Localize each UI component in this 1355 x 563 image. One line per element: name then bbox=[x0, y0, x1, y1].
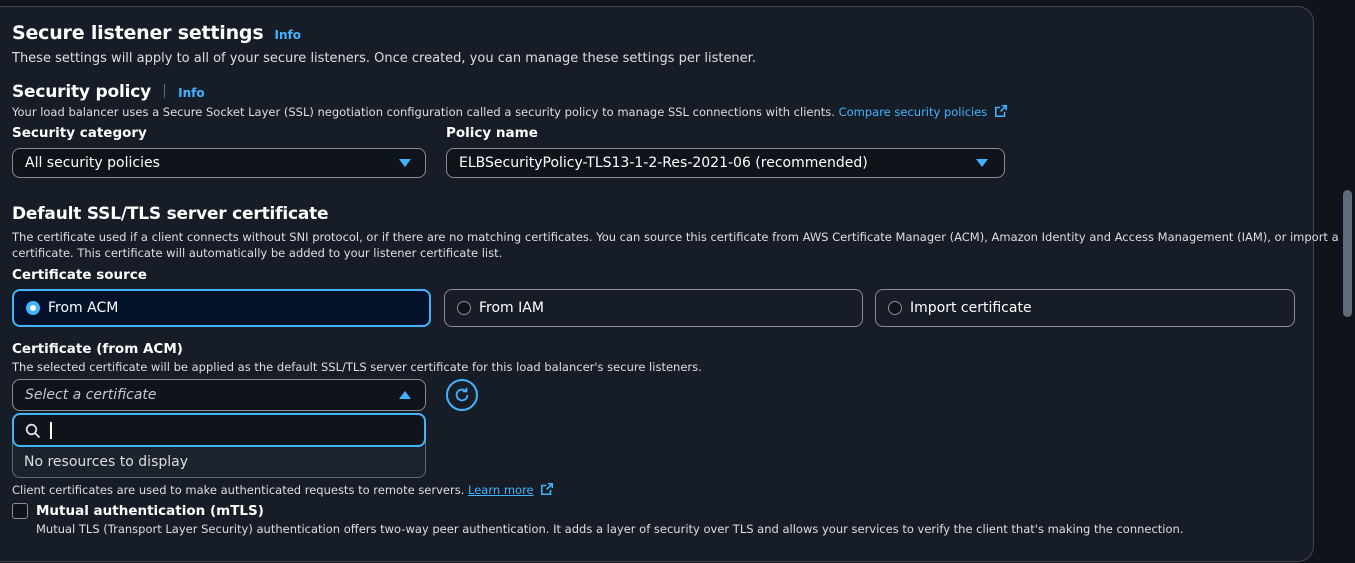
security-policy-title: Security policy bbox=[12, 82, 151, 102]
certificate-search-field[interactable] bbox=[12, 413, 426, 447]
security-category-label: Security category bbox=[12, 125, 147, 141]
secure-listener-description: These settings will apply to all of your… bbox=[12, 51, 756, 66]
search-icon bbox=[25, 423, 41, 439]
security-policy-desc-text: Your load balancer uses a Secure Socket … bbox=[12, 105, 835, 119]
secure-listener-title: Secure listener settings bbox=[12, 22, 264, 44]
policy-name-select[interactable]: ELBSecurityPolicy-TLS13-1-2-Res-2021-06 … bbox=[446, 148, 1005, 178]
mtls-checkbox[interactable] bbox=[12, 503, 28, 519]
caret-down-icon bbox=[399, 159, 411, 167]
secure-listener-info-link[interactable]: Info bbox=[275, 28, 301, 42]
security-policy-description: Your load balancer uses a Secure Socket … bbox=[12, 104, 1008, 119]
compare-security-policies-link[interactable]: Compare security policies bbox=[838, 104, 1008, 119]
source-option-from-iam[interactable]: From IAM bbox=[444, 289, 863, 327]
default-certificate-title: Default SSL/TLS server certificate bbox=[12, 204, 329, 224]
radio-selected-icon[interactable] bbox=[26, 301, 40, 315]
acm-certificate-description: The selected certificate will be applied… bbox=[12, 360, 702, 374]
scrollbar-thumb[interactable] bbox=[1343, 190, 1352, 317]
default-certificate-desc-line1: The certificate used if a client connect… bbox=[12, 230, 1339, 244]
external-link-icon bbox=[541, 482, 554, 496]
certificate-dropdown: No resources to display bbox=[12, 413, 426, 478]
radio-icon[interactable] bbox=[457, 301, 471, 315]
certificate-select-placeholder: Select a certificate bbox=[25, 387, 157, 403]
certificate-source-label: Certificate source bbox=[12, 267, 147, 283]
acm-certificate-label: Certificate (from ACM) bbox=[12, 341, 183, 357]
client-certificates-description: Client certificates are used to make aut… bbox=[12, 482, 554, 497]
refresh-button[interactable] bbox=[446, 379, 478, 411]
security-category-select[interactable]: All security policies bbox=[12, 148, 426, 178]
default-certificate-desc-line2: certificate. This certificate will autom… bbox=[12, 246, 503, 260]
caret-down-icon bbox=[976, 159, 988, 167]
security-category-value: All security policies bbox=[25, 155, 160, 171]
secure-listener-header: Secure listener settings Info bbox=[12, 22, 301, 44]
radio-icon[interactable] bbox=[888, 301, 902, 315]
client-desc-text: Client certificates are used to make aut… bbox=[12, 483, 465, 497]
source-option-from-acm[interactable]: From ACM bbox=[12, 289, 431, 327]
external-link-icon bbox=[994, 104, 1007, 118]
mtls-description: Mutual TLS (Transport Layer Security) au… bbox=[36, 522, 1184, 536]
text-cursor bbox=[50, 422, 52, 439]
source-option-label: Import certificate bbox=[910, 300, 1032, 316]
source-option-label: From ACM bbox=[48, 300, 119, 316]
security-policy-header: Security policy Info bbox=[12, 82, 205, 102]
learn-more-label: Learn more bbox=[468, 483, 534, 497]
source-option-import-certificate[interactable]: Import certificate bbox=[875, 289, 1295, 327]
security-policy-info-link[interactable]: Info bbox=[178, 86, 204, 100]
mtls-label: Mutual authentication (mTLS) bbox=[36, 503, 264, 519]
refresh-icon bbox=[455, 387, 469, 402]
learn-more-link[interactable]: Learn more bbox=[468, 482, 554, 497]
policy-name-value: ELBSecurityPolicy-TLS13-1-2-Res-2021-06 … bbox=[459, 155, 868, 171]
header-divider bbox=[164, 84, 166, 98]
certificate-select[interactable]: Select a certificate bbox=[12, 379, 426, 411]
caret-up-icon bbox=[399, 391, 411, 399]
source-option-label: From IAM bbox=[479, 300, 544, 316]
empty-state-text: No resources to display bbox=[24, 454, 189, 470]
policy-name-label: Policy name bbox=[446, 125, 538, 141]
compare-security-policies-label: Compare security policies bbox=[838, 105, 988, 119]
